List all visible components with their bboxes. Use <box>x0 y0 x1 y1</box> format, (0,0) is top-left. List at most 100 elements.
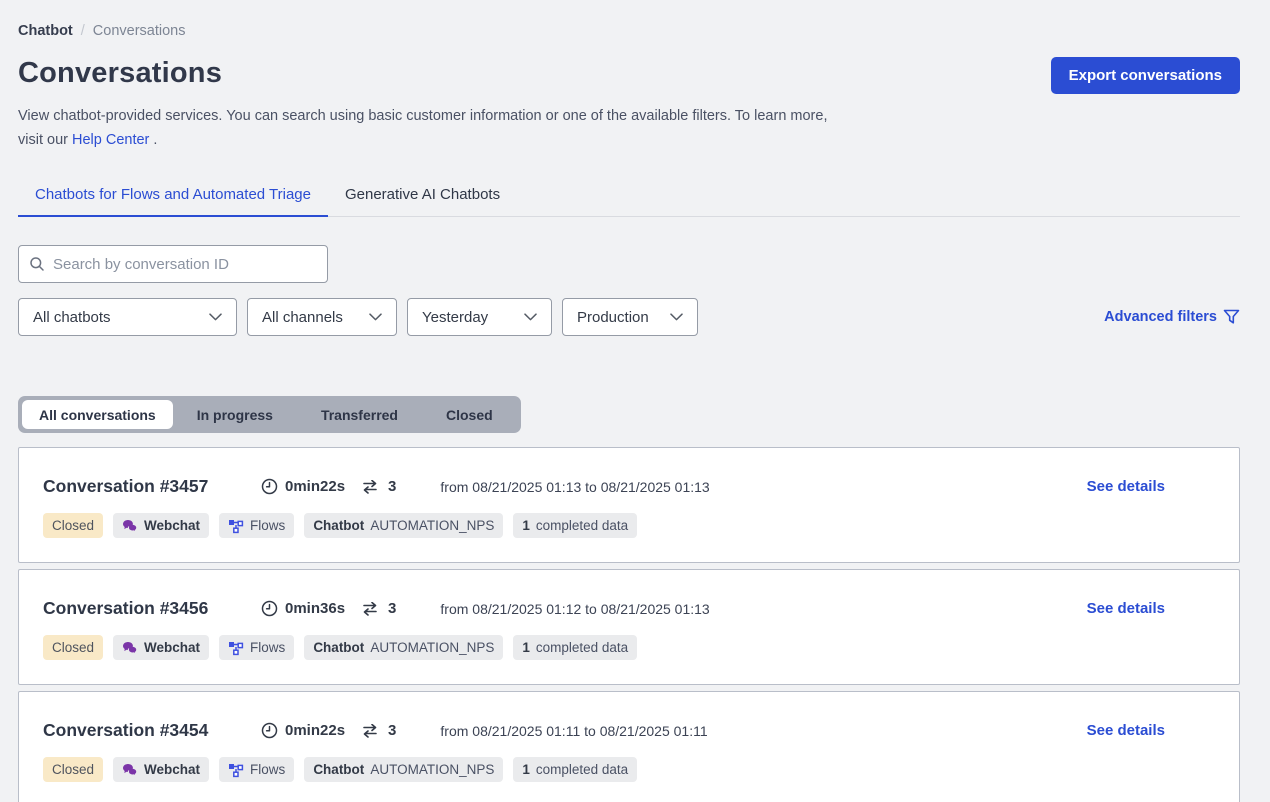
channel-badge-label: Webchat <box>144 518 201 533</box>
swap-arrows-icon <box>361 479 379 494</box>
webchat-icon <box>122 763 138 777</box>
breadcrumb-conversations: Conversations <box>92 23 186 39</box>
flows-badge: Flows <box>219 757 295 782</box>
see-details-link[interactable]: See details <box>1087 722 1165 739</box>
completed-data-count: 1 <box>522 518 530 533</box>
environment-filter-value: Production <box>577 308 649 326</box>
conversation-duration: 0min22s <box>285 722 346 739</box>
chatbot-badge-name: AUTOMATION_NPS <box>370 518 495 533</box>
webchat-icon <box>122 519 138 533</box>
channel-badge: Webchat <box>113 757 210 782</box>
status-tab-closed[interactable]: Closed <box>422 400 517 429</box>
completed-data-badge: 1 completed data <box>513 635 638 660</box>
conversation-list: Conversation #3457 0min22s 3 from 08/21/… <box>18 447 1240 802</box>
conversations-page: Chatbot / Conversations Conversations Ex… <box>0 0 1270 802</box>
webchat-icon <box>122 641 138 655</box>
conversation-duration: 0min22s <box>285 478 346 495</box>
chatbot-badge: Chatbot AUTOMATION_NPS <box>304 513 504 538</box>
clock-icon <box>261 600 278 617</box>
chatbot-badge-name: AUTOMATION_NPS <box>370 762 495 777</box>
exchange-count: 3 <box>388 600 397 617</box>
channel-badge-label: Webchat <box>144 640 201 655</box>
exchange-count: 3 <box>388 722 397 739</box>
breadcrumb: Chatbot / Conversations <box>18 0 1240 39</box>
status-badge: Closed <box>43 635 104 660</box>
chatbot-badge-name: AUTOMATION_NPS <box>370 640 495 655</box>
breadcrumb-chatbot[interactable]: Chatbot <box>18 23 73 39</box>
clock-icon <box>261 722 278 739</box>
completed-data-badge: 1 completed data <box>513 513 638 538</box>
flows-badge-label: Flows <box>250 640 286 655</box>
conversation-status-tabs: All conversations In progress Transferre… <box>18 396 521 433</box>
search-input[interactable] <box>53 255 317 273</box>
completed-data-badge: 1 completed data <box>513 757 638 782</box>
chevron-down-icon <box>209 313 222 321</box>
chatbot-badge-label: Chatbot <box>313 518 365 533</box>
conversation-title: Conversation #3456 <box>43 598 209 618</box>
description-line2-prefix: visit our <box>18 132 72 148</box>
conversation-title: Conversation #3454 <box>43 720 209 740</box>
description-line1: View chatbot-provided services. You can … <box>18 108 828 124</box>
see-details-link[interactable]: See details <box>1087 478 1165 495</box>
tab-flows-automated-triage[interactable]: Chatbots for Flows and Automated Triage <box>18 176 328 217</box>
search-icon <box>29 256 45 272</box>
conversation-card: Conversation #3456 0min36s 3 from 08/21/… <box>18 569 1240 685</box>
chevron-down-icon <box>524 313 537 321</box>
flows-sitemap-icon <box>228 762 244 778</box>
chatbot-badge: Chatbot AUTOMATION_NPS <box>304 757 504 782</box>
flows-badge-label: Flows <box>250 518 286 533</box>
advanced-filters-link[interactable]: Advanced filters <box>1104 309 1240 325</box>
completed-data-count: 1 <box>522 762 530 777</box>
status-badge: Closed <box>43 513 104 538</box>
funnel-filter-icon <box>1223 309 1240 325</box>
chatbot-badge: Chatbot AUTOMATION_NPS <box>304 635 504 660</box>
flows-sitemap-icon <box>228 640 244 656</box>
status-tab-in-progress[interactable]: In progress <box>173 400 297 429</box>
search-box[interactable] <box>18 245 328 283</box>
flows-badge: Flows <box>219 513 295 538</box>
swap-arrows-icon <box>361 601 379 616</box>
chatbot-type-tabs: Chatbots for Flows and Automated Triage … <box>18 176 1240 217</box>
completed-data-label: completed data <box>535 762 629 777</box>
tab-generative-ai-chatbots[interactable]: Generative AI Chatbots <box>328 176 517 217</box>
advanced-filters-label: Advanced filters <box>1104 309 1217 325</box>
chatbot-badge-label: Chatbot <box>313 640 365 655</box>
channels-filter-dropdown[interactable]: All channels <box>247 298 397 336</box>
flows-sitemap-icon <box>228 518 244 534</box>
status-tab-transferred[interactable]: Transferred <box>297 400 422 429</box>
completed-data-label: completed data <box>535 640 629 655</box>
channels-filter-value: All channels <box>262 308 343 326</box>
environment-filter-dropdown[interactable]: Production <box>562 298 698 336</box>
chevron-down-icon <box>670 313 683 321</box>
export-conversations-button[interactable]: Export conversations <box>1050 57 1240 94</box>
flows-badge-label: Flows <box>250 762 286 777</box>
completed-data-count: 1 <box>522 640 530 655</box>
date-filter-value: Yesterday <box>422 308 489 326</box>
channel-badge: Webchat <box>113 513 210 538</box>
status-tab-all-conversations[interactable]: All conversations <box>22 400 173 429</box>
status-badge: Closed <box>43 757 104 782</box>
see-details-link[interactable]: See details <box>1087 600 1165 617</box>
conversation-card: Conversation #3454 0min22s 3 from 08/21/… <box>18 691 1240 802</box>
completed-data-label: completed data <box>535 518 629 533</box>
conversation-date-range: from 08/21/2025 01:12 to 08/21/2025 01:1… <box>440 600 710 617</box>
conversation-date-range: from 08/21/2025 01:13 to 08/21/2025 01:1… <box>440 478 710 495</box>
clock-icon <box>261 478 278 495</box>
conversation-duration: 0min36s <box>285 600 346 617</box>
description-line2-suffix: . <box>149 132 158 148</box>
help-center-link[interactable]: Help Center <box>72 132 149 148</box>
date-filter-dropdown[interactable]: Yesterday <box>407 298 552 336</box>
flows-badge: Flows <box>219 635 295 660</box>
exchange-count: 3 <box>388 478 397 495</box>
chevron-down-icon <box>369 313 382 321</box>
conversation-title: Conversation #3457 <box>43 476 209 496</box>
page-title: Conversations <box>18 57 223 89</box>
conversation-card: Conversation #3457 0min22s 3 from 08/21/… <box>18 447 1240 563</box>
swap-arrows-icon <box>361 723 379 738</box>
page-description: View chatbot-provided services. You can … <box>18 104 1240 152</box>
breadcrumb-separator: / <box>80 23 85 39</box>
chatbots-filter-dropdown[interactable]: All chatbots <box>18 298 237 336</box>
conversation-date-range: from 08/21/2025 01:11 to 08/21/2025 01:1… <box>440 722 708 739</box>
chatbots-filter-value: All chatbots <box>33 308 111 326</box>
channel-badge-label: Webchat <box>144 762 201 777</box>
